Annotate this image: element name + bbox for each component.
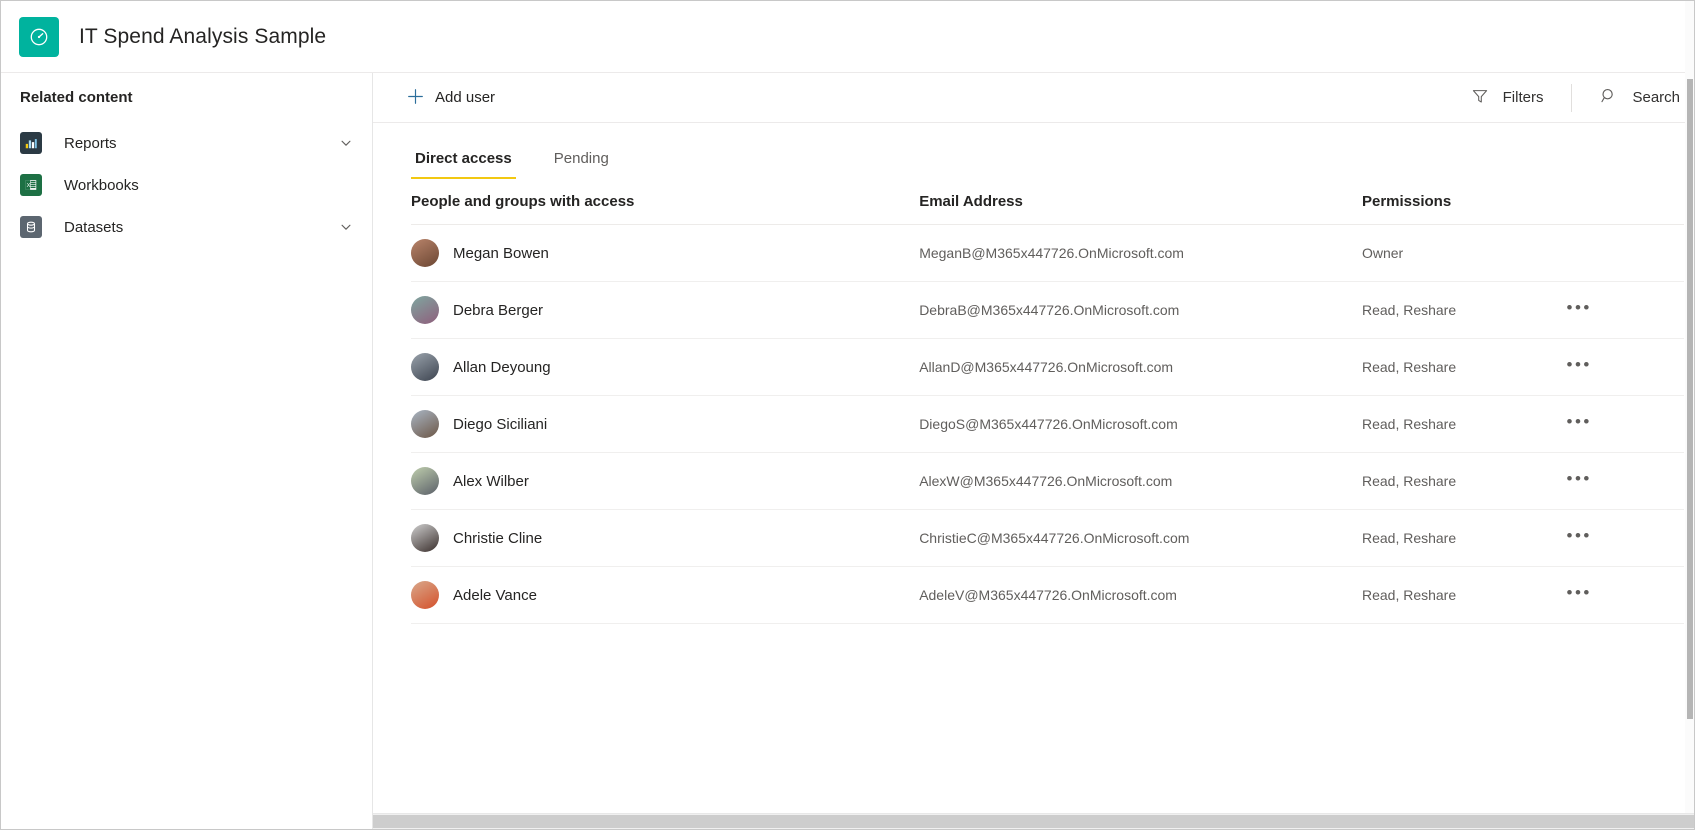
- tab-pending[interactable]: Pending: [550, 150, 613, 179]
- row-more-options-button[interactable]: •••: [1563, 408, 1595, 440]
- person-permissions: Read, Reshare: [1361, 452, 1564, 510]
- person-name: Alex Wilber: [453, 472, 529, 490]
- person-name: Debra Berger: [453, 301, 544, 319]
- row-more-options-button[interactable]: •••: [1563, 522, 1595, 554]
- content-area: Direct access Pending People and groups …: [373, 123, 1694, 829]
- tab-direct-access[interactable]: Direct access: [411, 150, 516, 179]
- person-permissions: Read, Reshare: [1361, 338, 1564, 396]
- person-email: AllanD@M365x447726.OnMicrosoft.com: [919, 338, 1362, 396]
- column-header-people: People and groups with access: [411, 179, 920, 225]
- person-permissions: Read, Reshare: [1361, 509, 1564, 567]
- person-permissions: Owner: [1361, 224, 1564, 282]
- person-email: DebraB@M365x447726.OnMicrosoft.com: [919, 281, 1362, 339]
- column-header-actions: [1563, 179, 1684, 225]
- sidebar-item-label: Workbooks: [64, 176, 139, 194]
- row-more-options-button[interactable]: •••: [1563, 465, 1595, 497]
- table-row[interactable]: Adele Vance AdeleV@M365x447726.OnMicroso…: [411, 566, 1684, 624]
- filters-label: Filters: [1502, 89, 1544, 106]
- row-more-options-button[interactable]: •••: [1563, 579, 1595, 611]
- table-body: Megan Bowen MeganB@M365x447726.OnMicroso…: [411, 224, 1684, 624]
- table-row[interactable]: Megan Bowen MeganB@M365x447726.OnMicroso…: [411, 224, 1684, 282]
- tab-list: Direct access Pending: [411, 123, 1684, 179]
- avatar: [411, 524, 439, 552]
- person-permissions: Read, Reshare: [1361, 281, 1564, 339]
- person-permissions: Read, Reshare: [1361, 395, 1564, 453]
- access-table: People and groups with access Email Addr…: [411, 179, 1684, 624]
- chevron-down-icon[interactable]: [339, 220, 353, 234]
- column-header-permissions: Permissions: [1361, 179, 1564, 225]
- person-name: Adele Vance: [453, 586, 537, 604]
- command-bar-divider: [1571, 83, 1573, 112]
- table-row[interactable]: Debra Berger DebraB@M365x447726.OnMicros…: [411, 281, 1684, 339]
- avatar: [411, 239, 439, 267]
- person-email: DiegoS@M365x447726.OnMicrosoft.com: [919, 395, 1362, 453]
- add-user-button[interactable]: Add user: [399, 80, 503, 116]
- person-name: Diego Siciliani: [453, 415, 548, 433]
- search-button[interactable]: Search: [1586, 80, 1694, 116]
- plus-icon: [407, 88, 424, 108]
- table-row[interactable]: Diego Siciliani DiegoS@M365x447726.OnMic…: [411, 395, 1684, 453]
- vertical-scrollbar-thumb[interactable]: [1687, 79, 1693, 719]
- sidebar-item-label: Reports: [64, 134, 117, 152]
- person-name: Allan Deyoung: [453, 358, 551, 376]
- database-icon: [20, 216, 42, 238]
- person-permissions: Read, Reshare: [1361, 566, 1564, 624]
- bar-chart-icon: [20, 132, 42, 154]
- person-email: AlexW@M365x447726.OnMicrosoft.com: [919, 452, 1362, 510]
- table-row[interactable]: Allan Deyoung AllanD@M365x447726.OnMicro…: [411, 338, 1684, 396]
- add-user-label: Add user: [435, 89, 496, 106]
- sidebar-item-label: Datasets: [64, 218, 124, 236]
- filters-button[interactable]: Filters: [1457, 80, 1558, 116]
- gauge-icon: [19, 16, 59, 57]
- sidebar-heading: Related content: [20, 89, 133, 106]
- share-permissions-window: IT Spend Analysis Sample Related content…: [0, 0, 1695, 830]
- avatar: [411, 467, 439, 495]
- table-row[interactable]: Alex Wilber AlexW@M365x447726.OnMicrosof…: [411, 452, 1684, 510]
- person-email: ChristieC@M365x447726.OnMicrosoft.com: [919, 509, 1362, 567]
- avatar: [411, 296, 439, 324]
- app-header: IT Spend Analysis Sample: [1, 1, 1694, 73]
- filter-icon: [1471, 87, 1489, 108]
- avatar: [411, 581, 439, 609]
- row-more-options-button[interactable]: •••: [1563, 351, 1595, 383]
- person-name: Megan Bowen: [453, 244, 549, 262]
- search-icon: [1600, 87, 1618, 108]
- row-more-options-button[interactable]: •••: [1563, 294, 1595, 326]
- command-bar-right: Filters Search: [1457, 73, 1694, 122]
- command-bar: Add user Filters Search: [373, 73, 1694, 123]
- body: Related content Reports X Workbooks Data…: [1, 73, 1694, 829]
- table-row[interactable]: Christie Cline ChristieC@M365x447726.OnM…: [411, 509, 1684, 567]
- table-header-row: People and groups with access Email Addr…: [411, 179, 1684, 225]
- sidebar-item-reports[interactable]: Reports: [1, 122, 372, 164]
- sidebar-item-workbooks[interactable]: X Workbooks: [1, 164, 372, 206]
- related-content-sidebar: Related content Reports X Workbooks Data…: [1, 73, 373, 829]
- avatar: [411, 353, 439, 381]
- person-email: MeganB@M365x447726.OnMicrosoft.com: [919, 224, 1362, 282]
- svg-text:X: X: [27, 183, 31, 189]
- person-email: AdeleV@M365x447726.OnMicrosoft.com: [919, 566, 1362, 624]
- vertical-scrollbar[interactable]: [1685, 1, 1694, 814]
- sidebar-item-datasets[interactable]: Datasets: [1, 206, 372, 248]
- column-header-email: Email Address: [919, 179, 1362, 225]
- horizontal-scrollbar-thumb[interactable]: [373, 815, 1694, 828]
- person-name: Christie Cline: [453, 529, 543, 547]
- horizontal-scrollbar[interactable]: [373, 813, 1694, 829]
- avatar: [411, 410, 439, 438]
- page-title: IT Spend Analysis Sample: [79, 24, 327, 48]
- main-panel: Add user Filters Search Direct access Pe…: [373, 73, 1694, 829]
- excel-sheet-icon: X: [20, 174, 42, 196]
- chevron-down-icon[interactable]: [339, 136, 353, 150]
- search-label: Search: [1632, 89, 1680, 106]
